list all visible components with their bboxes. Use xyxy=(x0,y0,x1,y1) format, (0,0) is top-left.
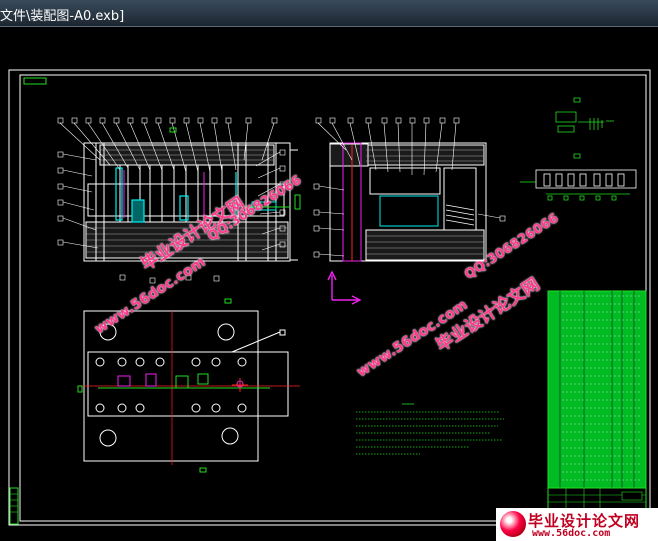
technical-notes xyxy=(356,403,504,455)
logo-url: www.56doc.com xyxy=(532,528,611,539)
logo-ball-icon xyxy=(500,511,526,537)
window-title: 文件\装配图-A0.exb] xyxy=(0,9,125,24)
top-left-tag xyxy=(23,77,47,85)
side-view xyxy=(329,142,487,262)
plan-view xyxy=(77,310,300,473)
detail-view-strip xyxy=(520,97,637,201)
window-titlebar: 文件\装配图-A0.exb] xyxy=(0,0,658,27)
site-logo: 毕业设计论文网 www.56doc.com xyxy=(496,508,658,541)
note-tag-1 xyxy=(169,127,177,133)
note-tag-2 xyxy=(224,298,232,304)
parts-list-table xyxy=(547,290,647,517)
cad-drawing xyxy=(8,69,651,526)
ucs-axis-icon xyxy=(327,270,362,305)
drawing-canvas[interactable]: www.56doc.com 毕业设计论文网 QQ:306826066 www.5… xyxy=(0,27,658,541)
